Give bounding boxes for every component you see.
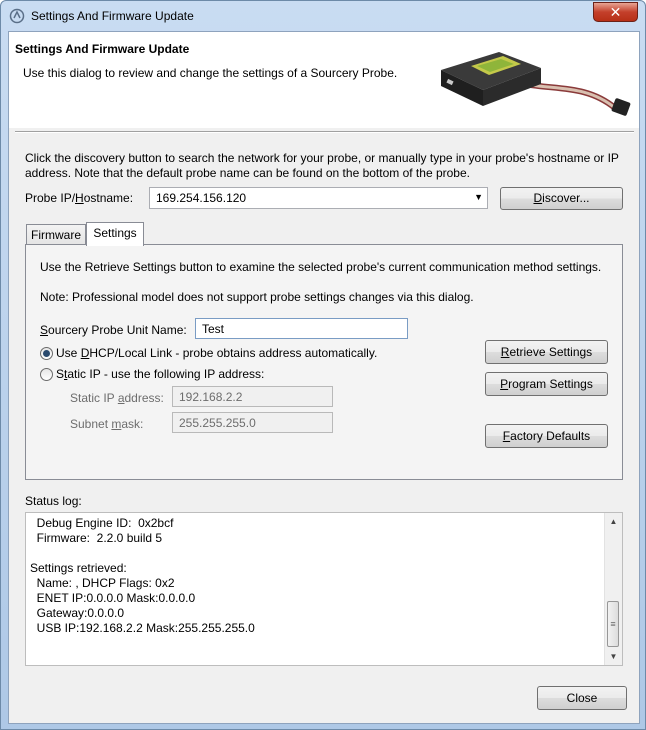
header-title: Settings And Firmware Update bbox=[15, 42, 190, 56]
close-button[interactable]: Close bbox=[537, 686, 627, 710]
status-log-line: Settings retrieved: bbox=[30, 561, 127, 575]
static-ip-radio[interactable] bbox=[40, 368, 53, 381]
static-ip-address-label: Static IP address: bbox=[70, 391, 164, 405]
dhcp-radio-label[interactable]: Use DHCP/Local Link - probe obtains addr… bbox=[56, 346, 377, 360]
app-icon bbox=[9, 8, 25, 24]
header-banner: Settings And Firmware Update Use this di… bbox=[9, 32, 639, 128]
status-log-line: Debug Engine ID: 0x2bcf bbox=[30, 516, 174, 530]
unit-name-input[interactable]: Test bbox=[195, 318, 408, 339]
dhcp-radio[interactable] bbox=[40, 347, 53, 360]
status-log-textarea[interactable]: Debug Engine ID: 0x2bcf Firmware: 2.2.0 … bbox=[25, 512, 623, 666]
status-log-line: Name: , DHCP Flags: 0x2 bbox=[30, 576, 175, 590]
unit-name-label: Sourcery Probe Unit Name: bbox=[40, 323, 187, 337]
probe-host-combobox[interactable]: 169.254.156.120 ▼ bbox=[149, 187, 488, 209]
static-ip-radio-label[interactable]: Static IP - use the following IP address… bbox=[56, 367, 264, 381]
scroll-up-arrow-icon[interactable]: ▲ bbox=[605, 513, 622, 530]
probe-host-label: Probe IP/Hostname: bbox=[25, 191, 134, 205]
probe-device-image bbox=[441, 52, 631, 116]
static-ip-address-input[interactable]: 192.168.2.2 bbox=[172, 386, 333, 407]
discover-button[interactable]: Discover... bbox=[500, 187, 623, 210]
status-log-line: Firmware: 2.2.0 build 5 bbox=[30, 531, 163, 545]
header-description: Use this dialog to review and change the… bbox=[23, 66, 398, 80]
scroll-down-arrow-icon[interactable]: ▼ bbox=[605, 648, 622, 665]
status-log-content: Debug Engine ID: 0x2bcf Firmware: 2.2.0 … bbox=[30, 516, 255, 636]
status-log-line: USB IP:192.168.2.2 Mask:255.255.255.0 bbox=[30, 621, 255, 635]
intro-text: Click the discovery button to search the… bbox=[25, 151, 619, 180]
settings-instructions: Use the Retrieve Settings button to exam… bbox=[40, 260, 602, 274]
status-log-label: Status log: bbox=[25, 494, 82, 508]
subnet-mask-input[interactable]: 255.255.255.0 bbox=[172, 412, 333, 433]
probe-host-value: 169.254.156.120 bbox=[156, 191, 247, 205]
settings-tab-panel: Use the Retrieve Settings button to exam… bbox=[25, 244, 623, 480]
header-separator-highlight bbox=[15, 132, 634, 133]
status-log-line: Gateway:0.0.0.0 bbox=[30, 606, 125, 620]
dialog-window: Settings And Firmware Update ✕ Settings … bbox=[0, 0, 646, 730]
tab-firmware[interactable]: Firmware bbox=[26, 224, 86, 246]
window-close-button[interactable]: ✕ bbox=[593, 2, 638, 22]
scroll-thumb[interactable]: ≡ bbox=[607, 601, 619, 647]
chevron-down-icon[interactable]: ▼ bbox=[474, 192, 483, 202]
close-icon: ✕ bbox=[609, 4, 622, 20]
factory-defaults-button[interactable]: Factory Defaults bbox=[485, 424, 608, 448]
settings-note: Note: Professional model does not suppor… bbox=[40, 290, 474, 304]
program-settings-button[interactable]: Program Settings bbox=[485, 372, 608, 396]
dialog-client: Settings And Firmware Update Use this di… bbox=[8, 31, 640, 724]
retrieve-settings-button[interactable]: Retrieve Settings bbox=[485, 340, 608, 364]
tab-settings[interactable]: Settings bbox=[86, 222, 144, 246]
subnet-mask-label: Subnet mask: bbox=[70, 417, 144, 431]
title-bar[interactable]: Settings And Firmware Update ✕ bbox=[1, 1, 645, 31]
window-title: Settings And Firmware Update bbox=[31, 9, 194, 23]
status-log-line: ENET IP:0.0.0.0 Mask:0.0.0.0 bbox=[30, 591, 196, 605]
status-log-line bbox=[30, 546, 255, 561]
status-log-scrollbar[interactable]: ▲ ≡ ▼ bbox=[604, 513, 622, 665]
